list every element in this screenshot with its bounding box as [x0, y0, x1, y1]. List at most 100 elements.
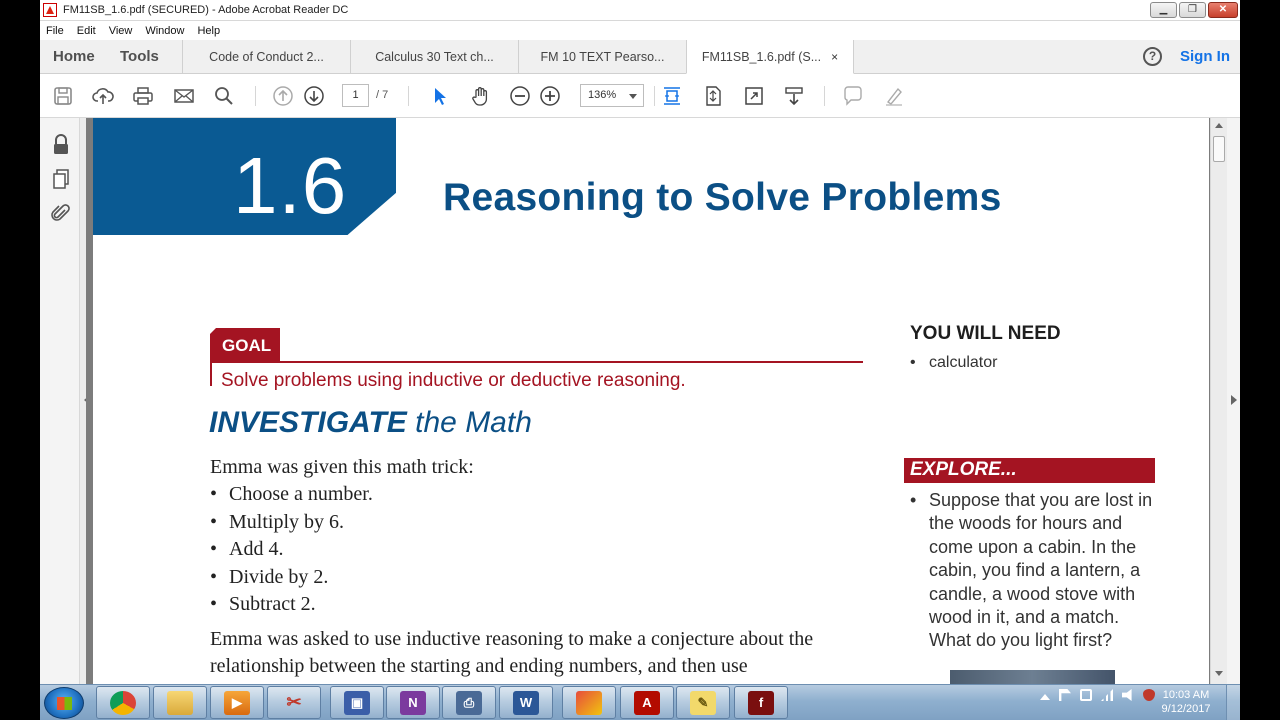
page-number-input[interactable]: 1 — [342, 84, 369, 107]
comment-icon[interactable] — [841, 84, 865, 108]
scroll-up-icon[interactable] — [1215, 123, 1223, 128]
highlight-pen-icon[interactable] — [882, 84, 906, 108]
taskbar-onenote[interactable]: N — [386, 686, 440, 719]
acrobat-icon: A — [634, 690, 660, 715]
sticky-notes-icon: ✎ — [690, 690, 716, 715]
minimize-button[interactable]: ▁ — [1150, 2, 1177, 18]
tab-close-icon[interactable]: × — [831, 50, 838, 64]
system-clock[interactable]: 10:03 AM 9/12/2017 — [1156, 688, 1216, 716]
right-panel-strip — [1227, 118, 1240, 684]
toolbar-separator — [824, 86, 825, 106]
security-shield-icon[interactable] — [1143, 689, 1155, 701]
action-center-flag-icon[interactable] — [1059, 689, 1071, 701]
tab-code-of-conduct[interactable]: Code of Conduct 2... — [182, 40, 350, 73]
maximize-button[interactable]: ❐ — [1179, 2, 1206, 18]
list-item: Add 4. — [210, 538, 373, 566]
taskbar-fax[interactable]: ⎙ — [442, 686, 496, 719]
scroll-thumb[interactable] — [1213, 136, 1225, 162]
toolbar-separator — [654, 86, 655, 106]
sign-in-link[interactable]: Sign In — [1180, 48, 1230, 65]
vertical-scrollbar[interactable] — [1210, 118, 1227, 684]
previous-page-icon[interactable] — [271, 84, 295, 108]
pdf-app-icon — [43, 3, 57, 17]
tab-calculus-30[interactable]: Calculus 30 Text ch... — [350, 40, 518, 73]
search-icon[interactable] — [212, 84, 236, 108]
menu-file[interactable]: File — [46, 25, 64, 37]
toolbar-separator — [408, 86, 409, 106]
zoom-value: 136% — [588, 89, 617, 101]
tab-fm11sb-active[interactable]: FM11SB_1.6.pdf (S... × — [686, 40, 854, 74]
taskbar-word[interactable]: W — [499, 686, 553, 719]
upload-cloud-icon[interactable] — [91, 84, 115, 108]
section-heading: INVESTIGATE the Math — [209, 406, 532, 440]
menu-window[interactable]: Window — [145, 25, 184, 37]
taskbar-snipping-tool[interactable]: ✂ — [267, 686, 321, 719]
hand-tool-icon[interactable] — [469, 84, 493, 108]
home-link[interactable]: Home — [53, 40, 107, 73]
document-viewport[interactable]: 1.6 Reasoning to Solve Problems GOAL Sol… — [86, 118, 1210, 684]
list-item: Multiply by 6. — [210, 511, 373, 539]
menu-edit[interactable]: Edit — [77, 25, 96, 37]
window-title: FM11SB_1.6.pdf (SECURED) - Adobe Acrobat… — [63, 4, 349, 16]
save-icon[interactable] — [51, 84, 75, 108]
next-page-icon[interactable] — [302, 84, 326, 108]
onenote-icon: N — [400, 690, 426, 715]
word-icon: W — [513, 690, 539, 715]
device-icon[interactable] — [1080, 689, 1092, 701]
fit-page-icon[interactable] — [701, 84, 725, 108]
list-item: Choose a number. — [210, 483, 373, 511]
attachment-icon[interactable] — [51, 202, 71, 224]
taskbar-sticky-notes[interactable]: ✎ — [676, 686, 730, 719]
page-title: Reasoning to Solve Problems — [443, 176, 1002, 219]
left-nav-panel — [40, 118, 80, 684]
expand-right-panel-icon[interactable] — [1231, 395, 1237, 405]
zoom-select[interactable]: 136% — [580, 84, 644, 107]
tab-bar: Home Tools Code of Conduct 2... Calculus… — [40, 40, 1240, 74]
volume-icon[interactable] — [1122, 689, 1132, 701]
taskbar-acrobat[interactable]: A — [620, 686, 674, 719]
show-desktop-button[interactable] — [1226, 685, 1240, 720]
goal-rule-vertical — [210, 361, 212, 386]
lock-icon[interactable] — [51, 134, 71, 156]
taskbar-paint[interactable] — [562, 686, 616, 719]
printer-fax-icon: ⎙ — [456, 690, 482, 715]
zoom-out-icon[interactable] — [508, 84, 532, 108]
zoom-in-icon[interactable] — [538, 84, 562, 108]
tab-fm10-text[interactable]: FM 10 TEXT Pearso... — [518, 40, 686, 73]
menu-help[interactable]: Help — [197, 25, 220, 37]
full-screen-icon[interactable] — [742, 84, 766, 108]
close-button[interactable]: ✕ — [1208, 2, 1238, 18]
steps-list: Choose a number. Multiply by 6. Add 4. D… — [210, 483, 373, 621]
media-player-icon: ▶ — [224, 690, 250, 715]
page-thumbnails-icon[interactable] — [51, 168, 71, 190]
folder-icon — [167, 690, 193, 715]
chevron-down-icon — [629, 94, 637, 99]
taskbar-media-player[interactable]: ▶ — [210, 686, 264, 719]
taskbar-flash[interactable]: f — [734, 686, 788, 719]
menu-view[interactable]: View — [109, 25, 133, 37]
scroll-down-icon[interactable] — [1215, 671, 1223, 676]
windows-taskbar: ▶ ✂ ▣ N ⎙ W A ✎ f 10:03 AM 9/12/2017 — [40, 684, 1240, 720]
window-controls: ▁ ❐ ✕ — [1150, 2, 1238, 18]
select-cursor-icon[interactable] — [428, 84, 452, 108]
taskbar-chrome[interactable] — [96, 686, 150, 719]
taskbar-explorer[interactable] — [153, 686, 207, 719]
email-icon[interactable] — [172, 84, 196, 108]
download-icon[interactable] — [782, 84, 806, 108]
chrome-icon — [110, 690, 136, 715]
paint-icon — [576, 690, 602, 715]
start-button[interactable] — [44, 687, 84, 719]
taskbar-save-app[interactable]: ▣ — [330, 686, 384, 719]
explore-heading: EXPLORE... — [910, 459, 1017, 480]
clock-time: 10:03 AM — [1162, 689, 1210, 701]
help-icon[interactable]: ? — [1143, 47, 1162, 66]
tab-label: Code of Conduct 2... — [209, 49, 324, 64]
scissors-icon: ✂ — [286, 692, 302, 712]
tools-link[interactable]: Tools — [120, 40, 182, 73]
goal-rule — [210, 361, 863, 363]
tab-label: Calculus 30 Text ch... — [375, 49, 494, 64]
print-icon[interactable] — [131, 84, 155, 108]
tray-expand-icon[interactable] — [1040, 693, 1050, 700]
fit-width-scroll-icon[interactable] — [660, 84, 684, 108]
network-signal-icon[interactable] — [1101, 689, 1113, 701]
